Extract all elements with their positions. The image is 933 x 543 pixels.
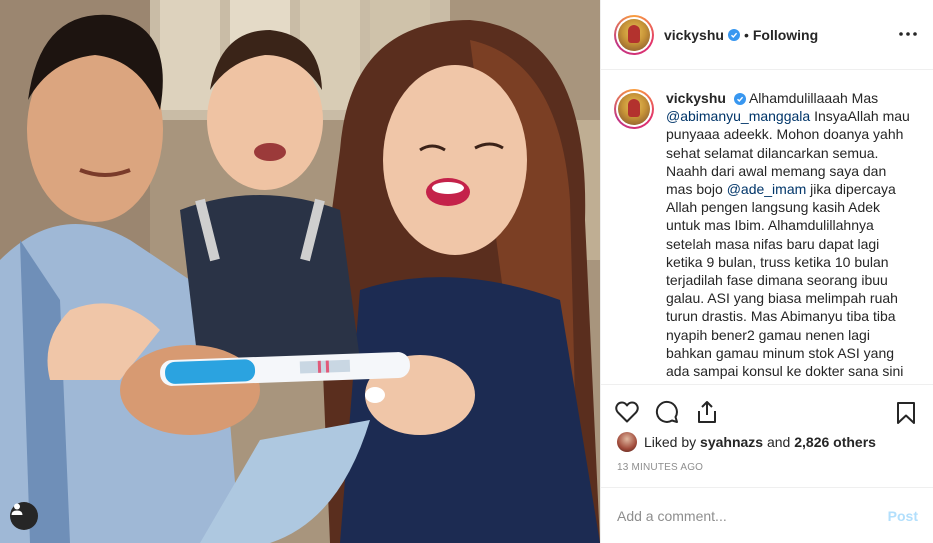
- likes-summary: Liked by syahnazs and 2,826 others: [617, 432, 876, 452]
- comment-input[interactable]: [617, 507, 888, 524]
- caption-text-part-1: Alhamdulillaaah Mas: [748, 90, 879, 106]
- verified-badge-icon: [727, 28, 740, 41]
- comment-icon[interactable]: [653, 398, 681, 426]
- mention-link[interactable]: @abimanyu_manggala: [666, 108, 810, 124]
- share-icon[interactable]: [693, 398, 721, 426]
- caption-author-avatar[interactable]: [614, 89, 654, 129]
- user-tag-icon[interactable]: [10, 502, 38, 530]
- caption-username[interactable]: vickyshu: [666, 90, 726, 106]
- caption-avatar-image: [618, 93, 650, 125]
- post-photo[interactable]: [0, 0, 600, 543]
- post-header: vickyshu • Following: [601, 0, 933, 70]
- verified-badge-icon: [733, 93, 746, 106]
- follow-separator: •: [743, 26, 749, 43]
- post-sidebar: vickyshu • Following vickyshu Alhamdulil…: [600, 0, 933, 543]
- following-button[interactable]: Following: [753, 27, 818, 43]
- author-username[interactable]: vickyshu: [664, 27, 724, 43]
- liker-username[interactable]: syahnazs: [700, 434, 763, 450]
- author-avatar-image: [618, 18, 650, 51]
- photo-illustration: [0, 0, 600, 543]
- more-options-icon[interactable]: [898, 24, 918, 44]
- likes-prefix: Liked by: [644, 434, 697, 450]
- caption-text-part-3: jika dipercaya Allah pengen langsung kas…: [666, 181, 904, 380]
- author-avatar[interactable]: [614, 14, 654, 55]
- liker-avatar[interactable]: [617, 432, 637, 452]
- bookmark-icon[interactable]: [892, 399, 920, 427]
- caption-section: vickyshu Alhamdulillaaah Mas @abimanyu_m…: [601, 70, 933, 384]
- post-comment-button[interactable]: Post: [888, 508, 918, 524]
- post-timestamp[interactable]: 13 MINUTES AGO: [617, 462, 703, 473]
- caption-text: vickyshu Alhamdulillaaah Mas @abimanyu_m…: [666, 89, 916, 384]
- comment-box: Post: [601, 487, 933, 543]
- likes-count[interactable]: 2,826 others: [794, 434, 876, 450]
- likes-conjunction: and: [766, 434, 791, 450]
- mention-link[interactable]: @ade_imam: [727, 181, 807, 197]
- heart-icon[interactable]: [613, 398, 641, 426]
